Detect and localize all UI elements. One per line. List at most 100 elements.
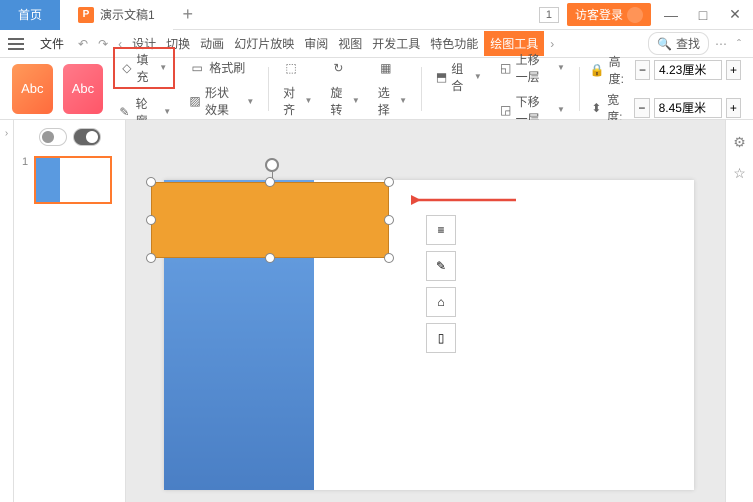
outline-view-toggle[interactable]: [39, 128, 67, 146]
new-tab-button[interactable]: +: [173, 4, 203, 25]
float-edit-button[interactable]: ✎: [426, 251, 456, 281]
ribbon: Abc Abc ◇填充▼ ✎轮廓▼ ▭格式刷 ▨形状效果▼ ⬚ 对齐▼ ↻ 旋转…: [0, 58, 753, 120]
resize-handle-ne[interactable]: [384, 177, 394, 187]
dropdown-icon: ▼: [304, 96, 312, 105]
menu-view[interactable]: 视图: [334, 31, 366, 56]
redo-icon[interactable]: ↷: [94, 37, 112, 51]
align-label: 对齐: [283, 84, 298, 118]
workspace: › 1 ≡ ✎ ⌂ ▯ ⚙ ☆: [0, 120, 753, 502]
fill-label: 填充: [136, 51, 153, 85]
float-page-button[interactable]: ▯: [426, 323, 456, 353]
menu-collapse-icon[interactable]: ˆ: [733, 37, 745, 51]
undo-icon[interactable]: ↶: [74, 37, 92, 51]
format-brush-label: 格式刷: [209, 59, 245, 76]
menu-features[interactable]: 特色功能: [426, 31, 482, 56]
float-home-button[interactable]: ⌂: [426, 287, 456, 317]
login-label: 访客登录: [575, 6, 623, 23]
format-brush-button[interactable]: ▭格式刷: [185, 57, 258, 78]
align-icon: ⬚: [283, 60, 299, 76]
rotation-handle[interactable]: [265, 158, 279, 172]
select-label: 选择: [378, 84, 393, 118]
page-icon: ▯: [438, 331, 445, 345]
align-button[interactable]: ⬚: [279, 58, 316, 78]
dropdown-icon: ▼: [557, 63, 565, 72]
dropdown-icon: ▼: [474, 72, 482, 81]
resize-handle-s[interactable]: [265, 253, 275, 263]
bring-forward-button[interactable]: ◱上移一层▼: [496, 49, 569, 87]
align-label-button[interactable]: 对齐 ▼: [279, 82, 316, 120]
height-input[interactable]: [654, 60, 722, 80]
presentation-icon: P: [78, 7, 94, 23]
brush-icon: ▭: [189, 60, 205, 76]
lock-icon[interactable]: 🔒: [590, 62, 605, 78]
star-icon[interactable]: ☆: [733, 165, 746, 182]
select-button[interactable]: ▦: [374, 58, 411, 78]
resize-handle-sw[interactable]: [146, 253, 156, 263]
shape-style-1[interactable]: Abc: [12, 64, 53, 114]
file-menu[interactable]: 文件: [32, 35, 72, 52]
tab-home[interactable]: 首页: [0, 0, 60, 30]
home-icon: ⌂: [437, 295, 444, 309]
width-decrease-button[interactable]: −: [634, 98, 649, 118]
rotate-button[interactable]: ↻: [326, 58, 363, 78]
bucket-icon: ◇: [121, 60, 132, 76]
maximize-button[interactable]: □: [691, 7, 715, 23]
dropdown-icon: ▼: [159, 63, 167, 72]
height-increase-button[interactable]: +: [726, 60, 741, 80]
width-input[interactable]: [654, 98, 722, 118]
separator: [579, 67, 580, 111]
tab-document[interactable]: P 演示文稿1: [60, 0, 173, 30]
group-icon: ⬒: [436, 69, 447, 85]
thumbnail-panel: 1: [14, 120, 126, 502]
floating-toolbar: ≡ ✎ ⌂ ▯: [426, 215, 456, 353]
width-increase-button[interactable]: +: [726, 98, 741, 118]
dimension-icon[interactable]: ⬍: [590, 100, 603, 116]
group-label: 组合: [451, 60, 468, 94]
resize-handle-e[interactable]: [384, 215, 394, 225]
window-counter[interactable]: 1: [539, 7, 559, 23]
tab-document-label: 演示文稿1: [100, 6, 155, 23]
menu-more-icon[interactable]: ⋯: [711, 37, 731, 51]
settings-icon[interactable]: ⚙: [733, 134, 746, 151]
menu-review[interactable]: 审阅: [300, 31, 332, 56]
height-decrease-button[interactable]: −: [635, 60, 650, 80]
shape-style-2[interactable]: Abc: [63, 64, 104, 114]
separator: [268, 67, 269, 111]
dropdown-icon: ▼: [557, 105, 565, 114]
fill-button[interactable]: ◇填充 ▼: [113, 47, 175, 89]
layers-icon: ≡: [437, 223, 444, 237]
find-label: 查找: [676, 35, 700, 52]
rotate-icon: ↻: [330, 60, 346, 76]
resize-handle-w[interactable]: [146, 215, 156, 225]
slide-number: 1: [22, 156, 28, 204]
minimize-button[interactable]: —: [659, 7, 683, 23]
search-icon: 🔍: [657, 37, 672, 51]
slide-canvas[interactable]: ≡ ✎ ⌂ ▯: [126, 120, 725, 502]
title-bar: 首页 P 演示文稿1 + 1 访客登录 — □ ✕: [0, 0, 753, 30]
login-button[interactable]: 访客登录: [567, 3, 651, 26]
close-button[interactable]: ✕: [723, 6, 747, 23]
rotate-label-button[interactable]: 旋转▼: [326, 82, 363, 120]
slide-view-toggle[interactable]: [73, 128, 101, 146]
dropdown-icon: ▼: [163, 107, 171, 116]
menu-devtools[interactable]: 开发工具: [368, 31, 424, 56]
group-button[interactable]: ⬒组合 ▼: [432, 58, 486, 96]
dropdown-icon: ▼: [246, 97, 254, 106]
chevron-icon[interactable]: ›: [5, 128, 8, 139]
menu-animation[interactable]: 动画: [196, 31, 228, 56]
resize-handle-nw[interactable]: [146, 177, 156, 187]
float-layers-button[interactable]: ≡: [426, 215, 456, 245]
up-layer-label: 上移一层: [516, 51, 551, 85]
separator: [421, 67, 422, 111]
resize-handle-se[interactable]: [384, 253, 394, 263]
selected-orange-shape[interactable]: [151, 182, 389, 258]
shape-effect-label: 形状效果: [205, 84, 240, 118]
menu-slideshow[interactable]: 幻灯片放映: [230, 31, 298, 56]
shape-effect-button[interactable]: ▨形状效果▼: [185, 82, 258, 120]
slide-thumbnail[interactable]: 1: [22, 156, 117, 204]
resize-handle-n[interactable]: [265, 177, 275, 187]
hamburger-icon[interactable]: [8, 38, 24, 50]
height-label: 高度:: [609, 53, 631, 87]
select-label-button[interactable]: 选择▼: [374, 82, 411, 120]
pencil-icon: ✎: [436, 259, 446, 273]
